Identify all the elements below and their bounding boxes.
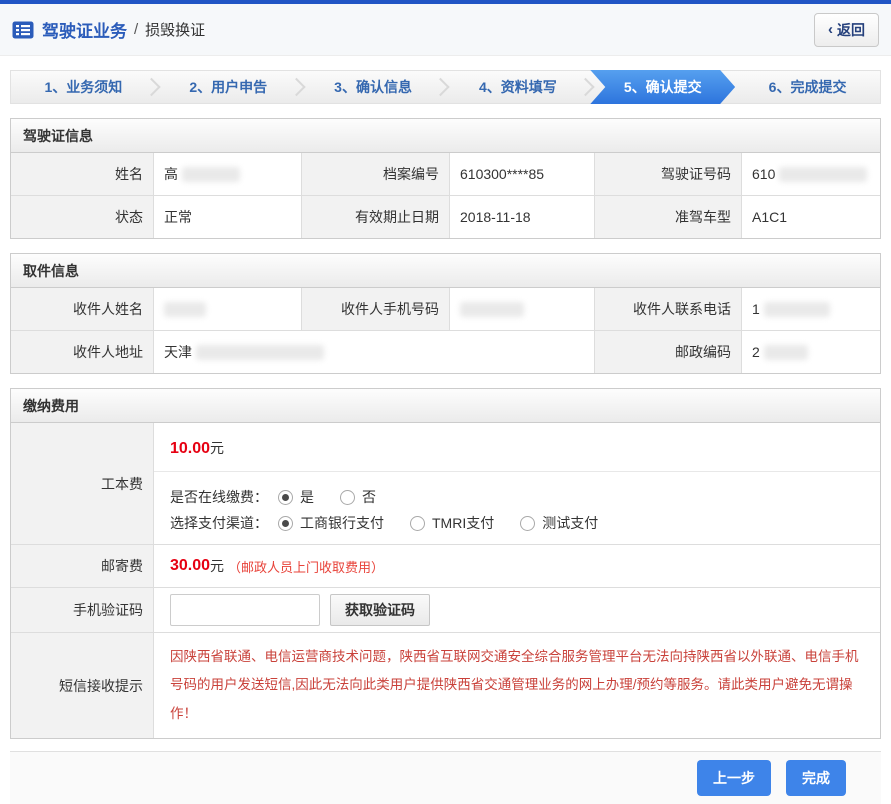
channel-icbc-option[interactable]: 工商银行支付 — [278, 513, 384, 533]
channel-test-option[interactable]: 测试支付 — [520, 513, 598, 533]
redacted-value — [764, 345, 808, 360]
radio-checked-icon[interactable] — [278, 490, 293, 505]
breadcrumb-current: 损毁换证 — [145, 19, 205, 40]
back-button-label: 返回 — [837, 20, 865, 40]
contact-phone-label: 收件人联系电话 — [594, 288, 741, 330]
back-chevron-icon: ‹ — [828, 21, 833, 38]
channel-icbc-label: 工商银行支付 — [300, 513, 384, 533]
step-3-confirm-info[interactable]: 3、确认信息 — [301, 71, 446, 103]
pickup-info-section: 取件信息 收件人姓名 收件人手机号码 收件人联系电话 1 收件人地址 天津 邮政… — [10, 253, 881, 374]
online-pay-no-label: 否 — [362, 487, 376, 507]
sms-notice-row: 短信接收提示 因陕西省联通、电信运营商技术问题，陕西省互联网交通安全综合服务管理… — [11, 632, 880, 738]
footer-action-bar: 上一步 完成 — [10, 751, 881, 804]
production-fee-label: 工本费 — [11, 423, 153, 544]
redacted-value — [764, 302, 830, 317]
yuan-unit: 元 — [210, 440, 224, 456]
radio-unchecked-icon[interactable] — [340, 490, 355, 505]
radio-unchecked-icon[interactable] — [410, 516, 425, 531]
page-header: 驾驶证业务 / 损毁换证 ‹ 返回 — [0, 4, 891, 56]
step-1-business-notice[interactable]: 1、业务须知 — [11, 71, 156, 103]
redacted-value — [196, 345, 324, 360]
radio-unchecked-icon[interactable] — [520, 516, 535, 531]
address-label: 收件人地址 — [11, 331, 153, 373]
vehicle-type-value: A1C1 — [741, 196, 880, 238]
payment-channel-label: 选择支付渠道： — [170, 513, 268, 533]
online-pay-yes-option[interactable]: 是 — [278, 487, 314, 507]
sms-notice-text: 因陕西省联通、电信运营商技术问题，陕西省互联网交通安全综合服务管理平台无法向持陕… — [153, 633, 880, 738]
online-pay-question-label: 是否在线缴费： — [170, 487, 268, 507]
table-row: 收件人地址 天津 邮政编码 2 — [11, 330, 880, 373]
redacted-value — [164, 302, 206, 317]
contact-phone-value: 1 — [741, 288, 880, 330]
captcha-row: 手机验证码 获取验证码 — [11, 587, 880, 632]
finish-button[interactable]: 完成 — [786, 760, 846, 796]
name-label: 姓名 — [11, 153, 153, 195]
table-row: 收件人姓名 收件人手机号码 收件人联系电话 1 — [11, 288, 880, 330]
license-service-icon — [12, 21, 34, 39]
redacted-value — [460, 302, 524, 317]
production-fee-amount-line: 10.00元 — [154, 423, 880, 472]
pickup-info-title: 取件信息 — [11, 254, 880, 288]
recipient-name-label: 收件人姓名 — [11, 288, 153, 330]
table-row: 状态 正常 有效期止日期 2018-11-18 准驾车型 A1C1 — [11, 195, 880, 238]
production-fee-amount: 10.00 — [170, 440, 210, 457]
address-value: 天津 — [153, 331, 594, 373]
online-pay-no-option[interactable]: 否 — [340, 487, 376, 507]
step-wizard: 1、业务须知 2、用户申告 3、确认信息 4、资料填写 5、确认提交 6、完成提… — [10, 70, 881, 104]
postcode-value: 2 — [741, 331, 880, 373]
fees-section: 缴纳费用 工本费 10.00元 是否在线缴费： 是 否 — [10, 388, 881, 739]
license-info-section: 驾驶证信息 姓名 高 档案编号 610300****85 驾驶证号码 610 状… — [10, 118, 881, 239]
previous-step-button[interactable]: 上一步 — [697, 760, 771, 796]
status-value: 正常 — [153, 196, 301, 238]
fees-title: 缴纳费用 — [11, 389, 880, 423]
recipient-mobile-label: 收件人手机号码 — [301, 288, 449, 330]
step-4-fill-data[interactable]: 4、资料填写 — [445, 71, 590, 103]
get-captcha-button[interactable]: 获取验证码 — [330, 594, 430, 626]
expiry-label: 有效期止日期 — [301, 196, 449, 238]
postage-fee-note: （邮政人员上门收取费用） — [228, 557, 384, 576]
yuan-unit: 元 — [210, 556, 224, 576]
postage-fee-row: 邮寄费 30.00元 （邮政人员上门收取费用） — [11, 544, 880, 587]
redacted-value — [182, 167, 240, 182]
redacted-value — [779, 167, 867, 182]
name-value: 高 — [153, 153, 301, 195]
breadcrumb-divider: / — [134, 21, 138, 38]
sms-notice-label: 短信接收提示 — [11, 633, 153, 738]
captcha-label: 手机验证码 — [11, 588, 153, 632]
channel-tmri-option[interactable]: TMRI支付 — [410, 513, 494, 533]
expiry-value: 2018-11-18 — [449, 196, 594, 238]
table-row: 姓名 高 档案编号 610300****85 驾驶证号码 610 — [11, 153, 880, 195]
postcode-label: 邮政编码 — [594, 331, 741, 373]
recipient-mobile-value — [449, 288, 594, 330]
license-info-title: 驾驶证信息 — [11, 119, 880, 153]
sms-code-input[interactable] — [170, 594, 320, 626]
online-pay-yes-label: 是 — [300, 487, 314, 507]
recipient-name-value — [153, 288, 301, 330]
back-button[interactable]: ‹ 返回 — [814, 13, 879, 47]
channel-tmri-label: TMRI支付 — [432, 513, 494, 533]
file-number-label: 档案编号 — [301, 153, 449, 195]
file-number-value: 610300****85 — [449, 153, 594, 195]
license-number-value: 610 — [741, 153, 880, 195]
step-6-complete-submit[interactable]: 6、完成提交 — [735, 71, 880, 103]
channel-test-label: 测试支付 — [542, 513, 598, 533]
step-2-user-declaration[interactable]: 2、用户申告 — [156, 71, 301, 103]
license-number-label: 驾驶证号码 — [594, 153, 741, 195]
status-label: 状态 — [11, 196, 153, 238]
production-fee-row: 工本费 10.00元 是否在线缴费： 是 否 选择 — [11, 423, 880, 544]
radio-checked-icon[interactable] — [278, 516, 293, 531]
postage-fee-label: 邮寄费 — [11, 545, 153, 587]
vehicle-type-label: 准驾车型 — [594, 196, 741, 238]
page-title: 驾驶证业务 — [42, 17, 127, 42]
postage-fee-amount: 30.00 — [170, 557, 210, 575]
step-5-confirm-submit-active[interactable]: 5、确认提交 — [590, 70, 735, 104]
